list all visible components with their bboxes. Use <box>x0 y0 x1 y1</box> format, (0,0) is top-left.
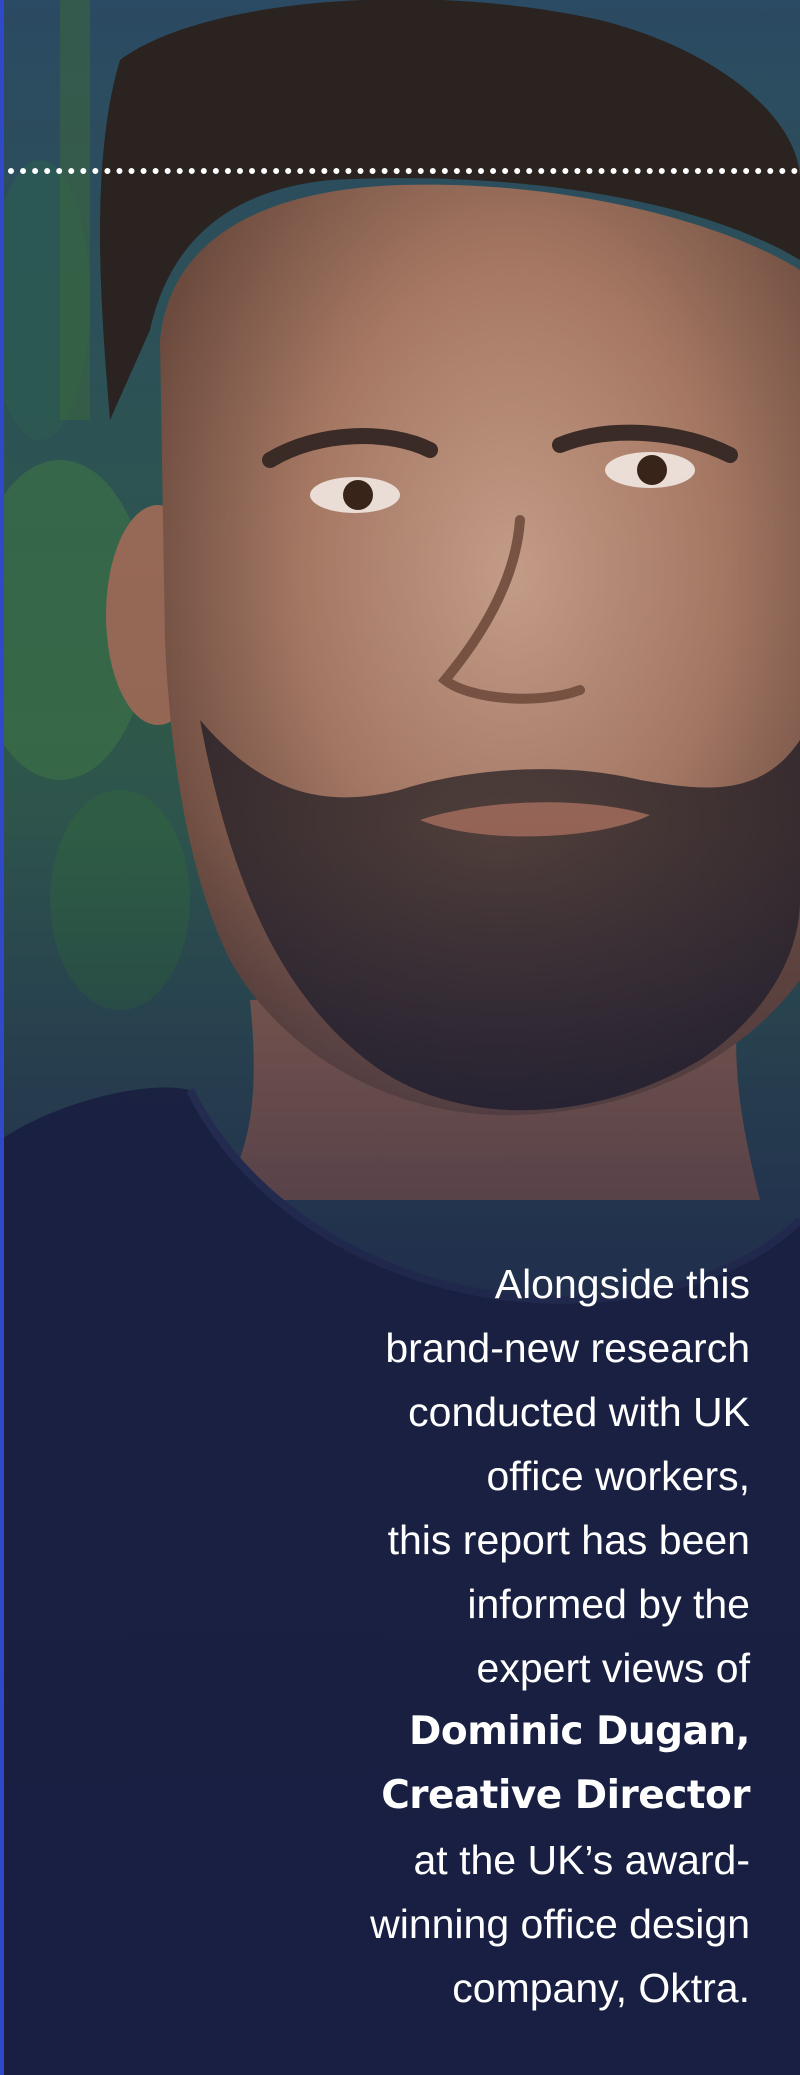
intro-quote: Alongside this brand-new research conduc… <box>230 1252 750 2020</box>
accent-edge-stripe <box>0 0 4 2075</box>
quote-line: brand-new research <box>385 1325 750 1371</box>
page: Alongside this brand-new research conduc… <box>0 0 800 2075</box>
quote-line: office workers, <box>486 1453 750 1499</box>
dotted-divider <box>8 168 798 174</box>
expert-name: Dominic Dugan, <box>409 1709 750 1754</box>
quote-line: conducted with UK <box>408 1389 750 1435</box>
quote-line: expert views of <box>476 1645 750 1691</box>
quote-line: company, Oktra. <box>452 1965 750 2011</box>
quote-line: this report has been <box>387 1517 750 1563</box>
expert-role: Creative Director <box>381 1773 750 1818</box>
quote-line: informed by the <box>467 1581 750 1627</box>
quote-line: at the UK’s award- <box>413 1837 750 1883</box>
quote-line: Alongside this <box>494 1261 750 1307</box>
quote-line: winning office design <box>370 1901 750 1947</box>
